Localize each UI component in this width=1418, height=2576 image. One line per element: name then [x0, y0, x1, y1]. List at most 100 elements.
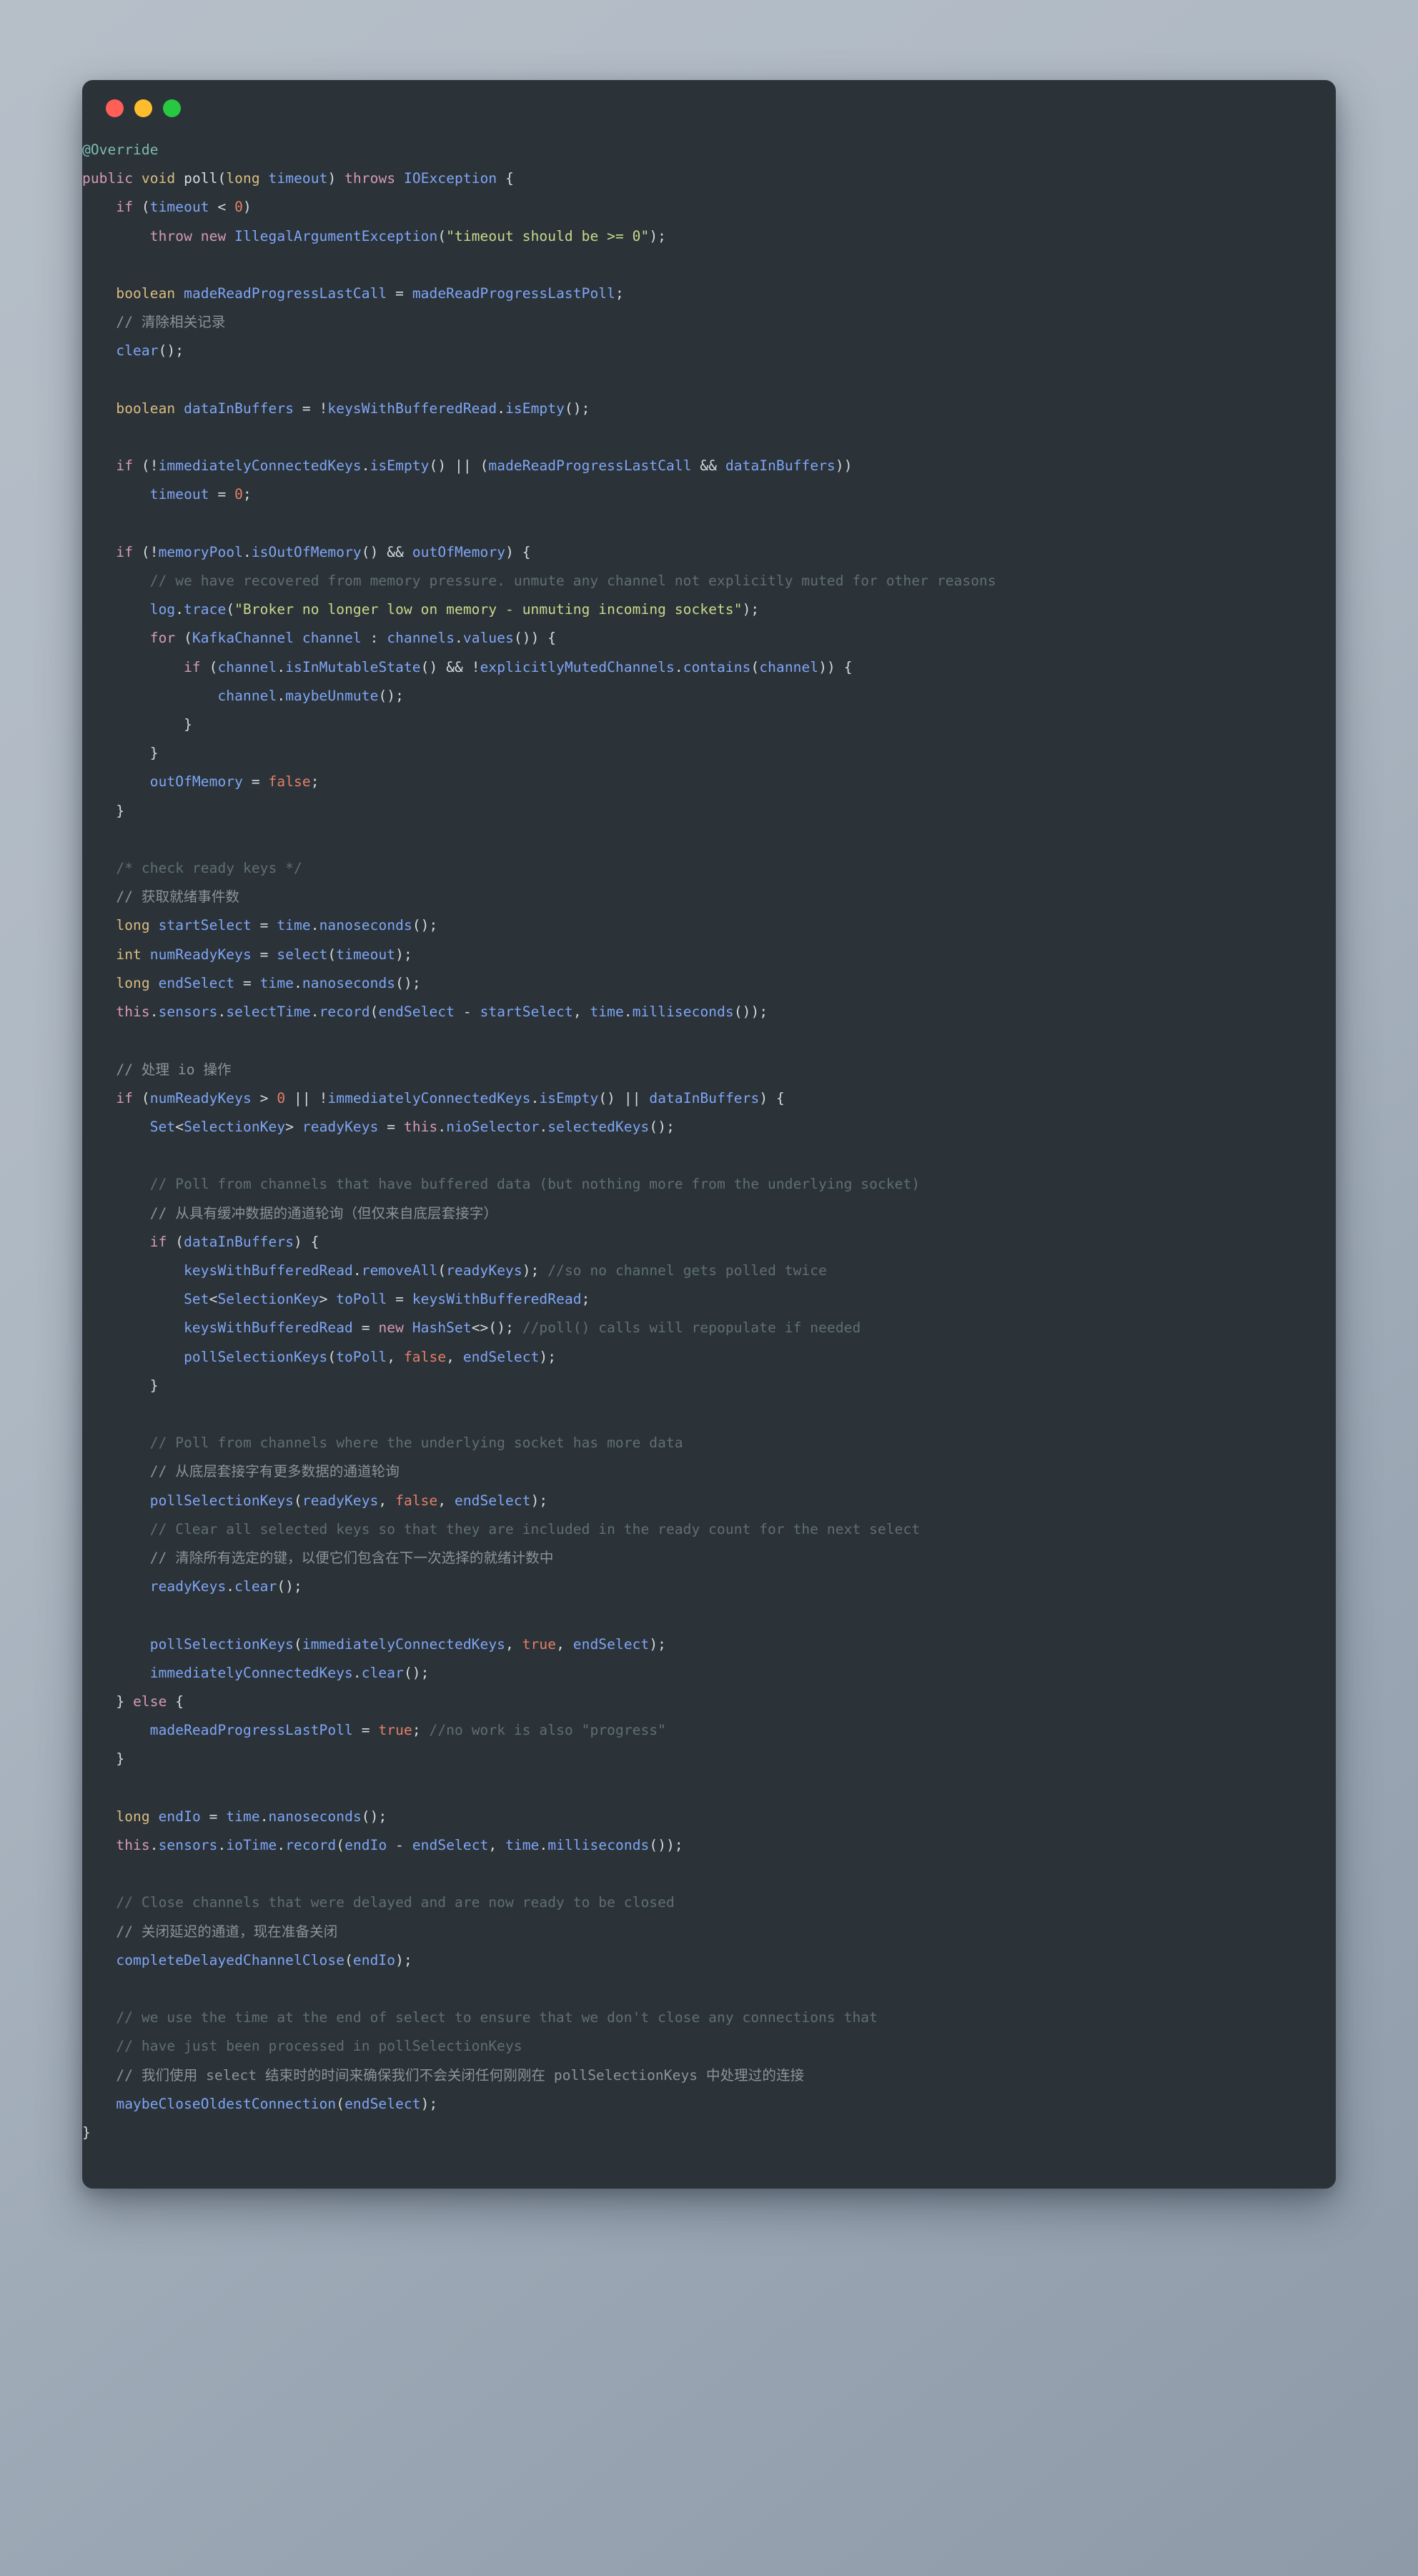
token-ident: record	[285, 1836, 337, 1853]
token-punct: .	[530, 1089, 540, 1106]
token-bool: false	[395, 1492, 438, 1509]
close-button[interactable]	[106, 99, 124, 117]
token-punct: ();	[395, 974, 421, 991]
token-punct: ;	[581, 1291, 590, 1308]
code-line: // 清除相关记录	[82, 308, 1309, 337]
token-cmt: // have just been processed in pollSelec…	[116, 2038, 522, 2055]
code-block[interactable]: @Override public void poll(long timeout) …	[82, 136, 1336, 2147]
code-line: keysWithBufferedRead.removeAll(readyKeys…	[82, 1257, 1309, 1285]
token-ident: endSelect	[344, 2095, 421, 2112]
code-window: @Override public void poll(long timeout) …	[82, 80, 1336, 2189]
token-ident: time	[226, 1808, 260, 1825]
token-op: >	[251, 1089, 277, 1106]
token-kw: if	[184, 658, 201, 675]
code-line: }	[82, 1745, 1309, 1773]
token-punct: .	[361, 457, 370, 475]
code-line: timeout = 0;	[82, 480, 1309, 509]
token-ident: isEmpty	[505, 400, 565, 417]
token-ident: toPoll	[336, 1291, 387, 1308]
token-op: =	[209, 486, 235, 503]
code-line: // 从具有缓冲数据的通道轮询（但仅来自底层套接字）	[82, 1199, 1309, 1228]
code-line: }	[82, 739, 1309, 768]
token-ident: IllegalArgumentException	[234, 227, 438, 244]
token-ident: nanoseconds	[268, 1808, 362, 1825]
token-ident: memoryPool	[158, 543, 243, 560]
token-punct: (	[327, 946, 337, 963]
token-punct: ,	[437, 1492, 455, 1509]
code-line: long endSelect = time.nanoseconds();	[82, 969, 1309, 998]
code-line: // Clear all selected keys so that they …	[82, 1515, 1309, 1544]
token-ident: madeReadProgressLastCall	[184, 285, 387, 302]
token-kw: else	[133, 1693, 167, 1710]
code-line: pollSelectionKeys(toPoll, false, endSele…	[82, 1343, 1309, 1372]
minimize-button[interactable]	[134, 99, 152, 117]
token-op: =	[387, 285, 412, 302]
code-line: if (timeout < 0)	[82, 193, 1309, 222]
token-punct: ();	[564, 400, 590, 417]
code-line: // we use the time at the end of select …	[82, 2003, 1309, 2032]
token-ident: endSelect	[412, 1836, 489, 1853]
token-ident: nanoseconds	[302, 974, 396, 991]
token-ident: explicitlyMutedChannels	[480, 658, 675, 675]
token-punct: }	[116, 1693, 134, 1710]
token-ident: endSelect	[572, 1635, 650, 1653]
token-cmt: /* check ready keys */	[116, 860, 302, 877]
token-op: =	[251, 946, 277, 963]
token-ident: HashSet	[412, 1319, 472, 1337]
token-punct: (	[226, 601, 235, 618]
token-cmt: //no work is also "progress"	[429, 1722, 667, 1739]
token-ident: dataInBuffers	[184, 400, 294, 417]
code-line: public void poll(long timeout) throws IO…	[82, 164, 1309, 193]
code-line: // Poll from channels where the underlyi…	[82, 1429, 1309, 1457]
token-bool: true	[378, 1722, 412, 1739]
token-op: -	[387, 1836, 412, 1853]
token-punct: .	[217, 1836, 227, 1853]
token-punct: }	[149, 1377, 159, 1394]
token-op: =	[234, 974, 260, 991]
token-punct: (	[437, 227, 447, 244]
token-ident: timeout	[336, 946, 396, 963]
token-punct: (	[480, 457, 489, 475]
token-punct: }	[149, 745, 159, 762]
token-ident: trace	[184, 601, 227, 618]
code-line: for (KafkaChannel channel : channels.val…	[82, 624, 1309, 653]
token-ident: readyKeys	[302, 1118, 379, 1135]
token-cjk: // 关闭延迟的通道，现在准备关闭	[116, 1923, 338, 1940]
token-op: =	[378, 1118, 404, 1135]
token-num: 0	[277, 1089, 286, 1106]
token-cmt: // we have recovered from memory pressur…	[149, 573, 996, 590]
token-punct: ()	[420, 658, 447, 675]
code-line: }	[82, 797, 1309, 826]
token-anno: @Override	[82, 142, 159, 158]
token-punct: .	[243, 543, 252, 560]
token-ident: SelectionKey	[217, 1291, 319, 1308]
code-line: madeReadProgressLastPoll = true; //no wo…	[82, 1716, 1309, 1745]
token-ident: endSelect	[158, 974, 235, 991]
code-line: keysWithBufferedRead = new HashSet<>(); …	[82, 1314, 1309, 1342]
code-line: if (dataInBuffers) {	[82, 1228, 1309, 1257]
token-ident: immediatelyConnectedKeys	[327, 1089, 531, 1106]
code-line: int numReadyKeys = select(timeout);	[82, 941, 1309, 969]
maximize-button[interactable]	[163, 99, 181, 117]
token-punct: ();	[403, 1664, 430, 1681]
token-op: =	[387, 1291, 412, 1308]
token-punct: ) {	[759, 1089, 785, 1106]
token-punct: ,	[387, 1348, 404, 1365]
token-cjk: // 从具有缓冲数据的通道轮询（但仅来自底层套接字）	[149, 1204, 498, 1222]
